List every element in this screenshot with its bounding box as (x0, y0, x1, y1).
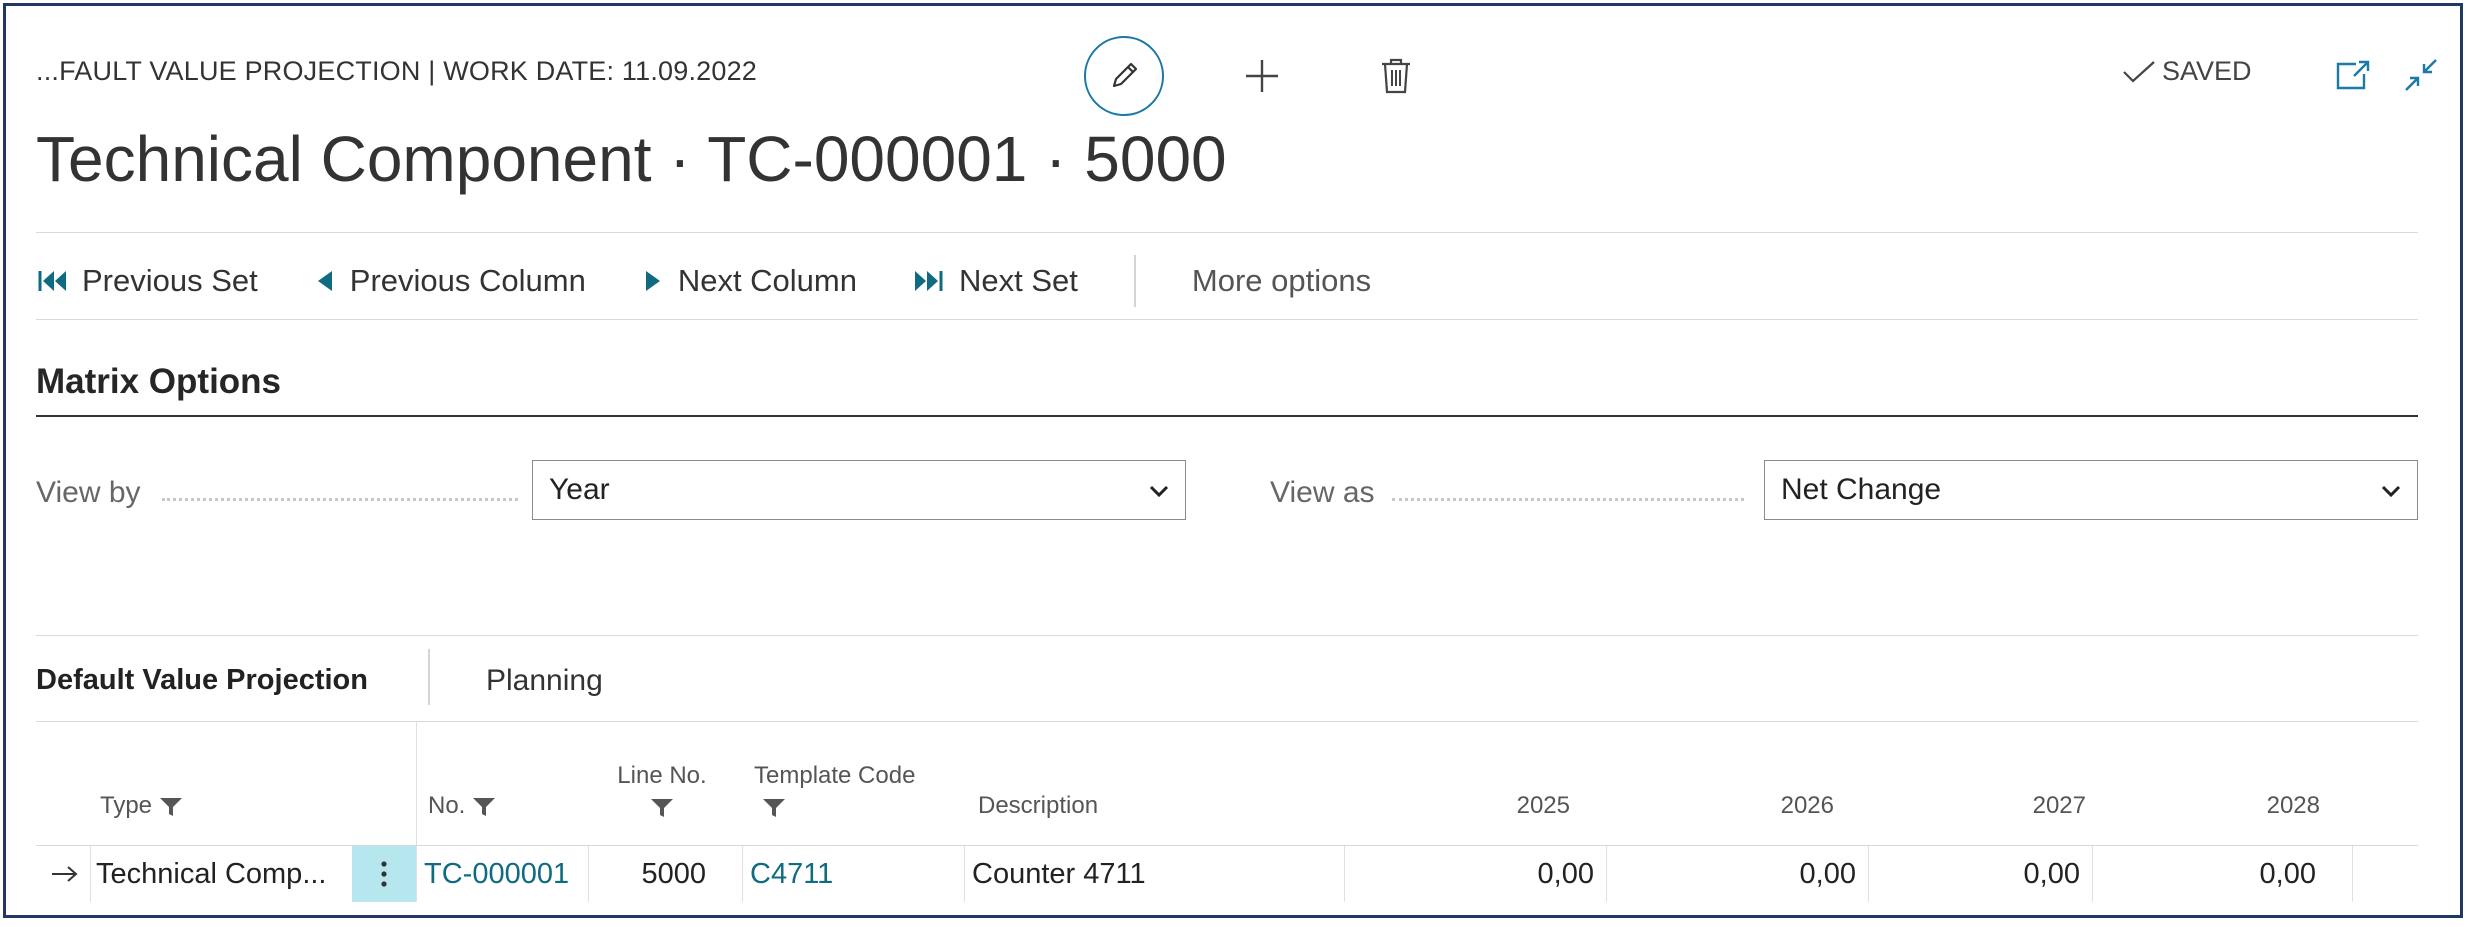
view-by-value: Year (549, 473, 610, 506)
page-frame: ...FAULT VALUE PROJECTION | WORK DATE: 1… (3, 3, 2463, 918)
column-header-line-no[interactable]: Line No. (610, 762, 714, 819)
cell-template-code[interactable]: C4711 (750, 846, 950, 902)
view-by-leader-dots (162, 498, 518, 501)
frozen-column-divider (416, 721, 417, 902)
cell-divider (742, 846, 743, 902)
next-set-label: Next Set (959, 263, 1078, 298)
column-header-template-code[interactable]: Template Code (754, 762, 915, 819)
previous-set-label: Previous Set (82, 263, 258, 298)
more-options-label: More options (1191, 263, 1372, 298)
filter-icon (473, 797, 496, 816)
cell-divider (2352, 846, 2353, 902)
chevron-down-icon (2381, 485, 2401, 498)
row-indicator-icon (50, 846, 90, 902)
view-as-value: Net Change (1781, 473, 1942, 506)
header-divider (36, 232, 2418, 233)
action-separator (1133, 255, 1136, 307)
previous-set-button[interactable]: Previous Set (36, 263, 258, 299)
collapse-button[interactable] (2402, 56, 2440, 94)
page-title: Technical Component · TC-000001 · 5000 (36, 123, 1227, 195)
cell-2025[interactable]: 0,00 (1344, 846, 1606, 902)
more-options-button[interactable]: More options (1192, 263, 1371, 299)
saved-status: SAVED (2122, 56, 2252, 87)
matrix-options-title: Matrix Options (36, 362, 282, 401)
trash-icon (1382, 58, 1410, 94)
column-header-2027[interactable]: 2027 (1862, 792, 2086, 820)
next-column-button[interactable]: Next Column (642, 263, 857, 299)
tab-planning[interactable]: Planning (486, 664, 603, 698)
filter-icon (159, 797, 182, 816)
cell-divider (964, 846, 965, 902)
next-set-button[interactable]: Next Set (913, 263, 1078, 299)
tab-default-value-projection[interactable]: Default Value Projection (36, 664, 368, 697)
saved-label: SAVED (2162, 56, 2252, 86)
tabs-bottom-divider (36, 721, 2418, 722)
column-header-no[interactable]: No. (428, 792, 496, 820)
double-arrow-right-icon (915, 271, 943, 291)
chevron-down-icon (1149, 485, 1169, 498)
tabs-top-divider (36, 635, 2418, 636)
arrow-right-icon (645, 271, 660, 291)
cell-type[interactable]: Technical Comp... (96, 846, 352, 902)
column-header-line-no-label: Line No. (617, 762, 707, 789)
column-header-2025[interactable]: 2025 (1346, 792, 1570, 820)
cell-description[interactable]: Counter 4711 (972, 846, 1332, 902)
edit-button[interactable] (1084, 36, 1164, 116)
row-actions-button[interactable] (352, 846, 416, 902)
double-arrow-left-icon (38, 271, 66, 291)
new-button[interactable] (1242, 56, 1282, 96)
next-column-label: Next Column (677, 263, 857, 298)
open-in-new-window-icon (2336, 60, 2370, 90)
action-bar-divider (36, 319, 2418, 320)
filter-icon (763, 798, 785, 817)
column-header-type[interactable]: Type (100, 792, 183, 820)
filter-icon (651, 798, 673, 817)
previous-column-label: Previous Column (349, 263, 586, 298)
view-by-select[interactable]: Year (532, 460, 1186, 520)
column-header-2028[interactable]: 2028 (2096, 792, 2320, 820)
previous-column-button[interactable]: Previous Column (314, 263, 586, 299)
page-caption: ...FAULT VALUE PROJECTION | WORK DATE: 1… (36, 56, 758, 86)
view-by-label: View by (36, 476, 141, 509)
column-header-no-label: No. (428, 792, 466, 819)
cell-line-no[interactable]: 5000 (588, 846, 718, 902)
collapse-icon (2405, 59, 2437, 91)
arrow-left-icon (317, 271, 332, 291)
cell-2028[interactable]: 0,00 (2092, 846, 2328, 902)
edit-pencil-icon (1112, 62, 1138, 88)
plus-icon (1246, 60, 1278, 92)
cell-divider (90, 846, 91, 902)
cell-2026[interactable]: 0,00 (1606, 846, 1868, 902)
open-in-new-window-button[interactable] (2334, 58, 2372, 92)
column-header-description[interactable]: Description (978, 792, 1098, 820)
column-header-2026[interactable]: 2026 (1610, 792, 1834, 820)
delete-button[interactable] (1378, 56, 1414, 96)
view-as-leader-dots (1392, 498, 1744, 501)
tab-separator (428, 649, 430, 705)
column-header-type-label: Type (100, 792, 153, 819)
view-as-select[interactable]: Net Change (1764, 460, 2418, 520)
column-header-template-code-label: Template Code (754, 762, 916, 789)
cell-2027[interactable]: 0,00 (1868, 846, 2092, 902)
action-bar: Previous Set Previous Column Next Column… (36, 255, 1427, 307)
view-as-label: View as (1270, 476, 1375, 509)
more-vertical-icon (381, 861, 387, 887)
checkmark-icon (2123, 60, 2155, 83)
cell-no[interactable]: TC-000001 (424, 846, 584, 902)
matrix-options-underline (36, 415, 2418, 417)
